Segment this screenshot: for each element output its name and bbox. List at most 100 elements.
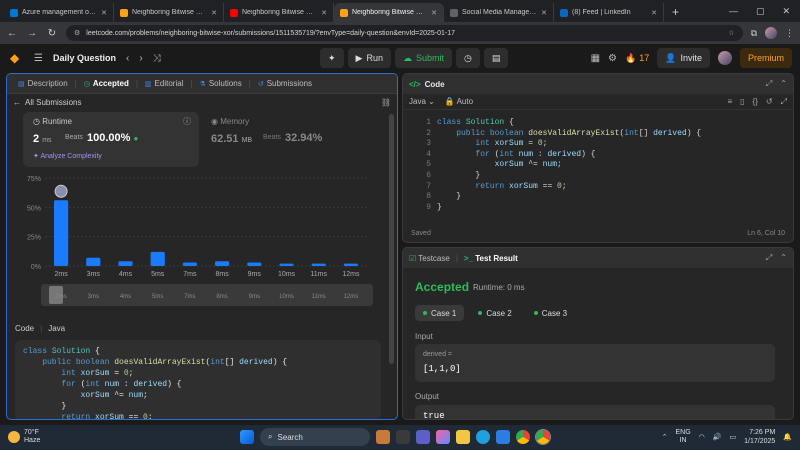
maximize-icon[interactable]: ▢	[756, 6, 765, 17]
next-problem-icon[interactable]: ›	[139, 53, 142, 64]
leetcode-logo-icon[interactable]: ◆	[10, 51, 24, 65]
tab-testcase[interactable]: ☑ Testcase	[409, 254, 450, 263]
site-info-icon[interactable]: ⚙	[74, 29, 80, 37]
expand-icon[interactable]: ⤢	[766, 253, 772, 263]
clock[interactable]: 7:26 PM 1/17/2025	[744, 428, 775, 446]
chrome-icon[interactable]	[516, 430, 530, 444]
teams-icon[interactable]	[416, 430, 430, 444]
browser-tab[interactable]: Neighboring Bitwise XOR ✕	[224, 3, 334, 22]
new-tab-button[interactable]: +	[664, 5, 687, 22]
tab-editorial[interactable]: ▥ Editorial	[140, 79, 189, 88]
pass-dot-icon	[478, 311, 483, 315]
chevron-up-icon[interactable]: ⌃	[662, 433, 668, 441]
tab-test-result[interactable]: >_ Test Result	[464, 254, 518, 263]
code-editor[interactable]: 1 class Solution {2 public boolean doesVa…	[403, 114, 793, 224]
profile-avatar[interactable]	[765, 27, 777, 39]
collapse-icon[interactable]: ⌃	[780, 79, 787, 89]
expand-icon[interactable]: ⤢	[766, 79, 772, 89]
timer-button[interactable]: ◷	[456, 48, 480, 68]
browser-tab[interactable]: Neighboring Bitwise XOR ✕	[114, 3, 224, 22]
cursor-position: Ln 6, Col 10	[747, 230, 785, 237]
copilot-icon[interactable]	[436, 430, 450, 444]
browser-tab[interactable]: Social Media Manager|Cor ✕	[444, 3, 554, 22]
case-tab[interactable]: Case 1	[415, 305, 465, 321]
close-icon[interactable]: ✕	[651, 9, 657, 17]
format-icon[interactable]: ≡	[727, 97, 732, 107]
arrow-left-icon[interactable]: ←	[13, 98, 21, 107]
shuffle-icon[interactable]: ⤨	[153, 53, 161, 64]
premium-button[interactable]: Premium	[739, 48, 792, 68]
bookmark-star-icon[interactable]: ☆	[728, 29, 734, 37]
bookmark-icon[interactable]: ▯	[740, 97, 744, 107]
all-submissions-link[interactable]: All Submissions	[25, 98, 81, 107]
close-icon[interactable]: ✕	[101, 9, 107, 17]
battery-icon[interactable]: ▭	[730, 433, 737, 441]
settings-gear-icon[interactable]: ⚙	[608, 53, 617, 64]
left-scrollbar[interactable]	[389, 114, 394, 364]
prev-problem-icon[interactable]: ‹	[126, 53, 129, 64]
tab-solutions[interactable]: ⚗ Solutions	[195, 79, 247, 88]
notes-button[interactable]: ▤	[483, 48, 509, 68]
browser-tab[interactable]: (8) Feed | LinkedIn ✕	[554, 3, 664, 22]
close-icon[interactable]: ✕	[321, 9, 327, 17]
close-icon[interactable]: ✕	[211, 9, 217, 17]
collapse-icon[interactable]: ⌃	[780, 253, 787, 263]
submit-button[interactable]: ☁ Submit	[394, 48, 452, 68]
tab-submissions[interactable]: ↺ Submissions	[253, 79, 317, 88]
case-tab[interactable]: Case 3	[526, 305, 575, 321]
tab-icon: ◷	[83, 80, 90, 88]
wifi-icon[interactable]: ◠	[699, 433, 705, 441]
taskbar-search[interactable]: ⌕ Search	[260, 428, 370, 446]
tab-title: Social Media Manager|Cor	[462, 9, 538, 16]
debug-button[interactable]: ✦	[320, 48, 344, 68]
info-icon[interactable]: ⓘ	[183, 116, 191, 127]
runtime-card[interactable]: ◷ Runtime ⓘ 2 ms Beats 100.00% ● ✦ Analy…	[23, 112, 199, 167]
code-header: Code | Java	[15, 324, 65, 333]
minimize-icon[interactable]: —	[729, 6, 738, 17]
analyze-complexity-link[interactable]: ✦ Analyze Complexity	[33, 152, 102, 160]
reset-icon[interactable]: ↺	[766, 97, 773, 107]
tab-description[interactable]: ▤ Description	[13, 79, 73, 88]
tab-title: Neighboring Bitwise XOR	[242, 9, 318, 16]
reload-icon[interactable]: ↻	[46, 28, 58, 39]
weather-widget[interactable]: 70°F Haze	[8, 429, 40, 445]
browser-tab[interactable]: Neighboring Bitwise XOR ✕	[334, 3, 444, 22]
memory-card[interactable]: ◉ Memory 62.51 MB Beats 32.94%	[207, 112, 383, 167]
extensions-icon[interactable]: ⧉	[751, 28, 757, 39]
close-icon[interactable]: ✕	[541, 9, 547, 17]
auto-mode-toggle[interactable]: 🔒 Auto	[445, 97, 473, 106]
tab-accepted[interactable]: ◷ Accepted	[79, 79, 134, 88]
notification-bell-icon[interactable]: 🔔	[783, 433, 792, 441]
edge-icon[interactable]	[476, 430, 490, 444]
url-text: leetcode.com/problems/neighboring-bitwis…	[86, 29, 456, 37]
windows-start-icon[interactable]	[240, 430, 254, 444]
invite-button[interactable]: 👤 Invite	[657, 48, 710, 68]
menu-icon[interactable]: ⋮	[785, 28, 794, 39]
braces-icon[interactable]: {}	[753, 97, 758, 107]
close-window-icon[interactable]: ✕	[782, 6, 790, 17]
store-icon[interactable]	[496, 430, 510, 444]
language-select[interactable]: Java ⌄	[409, 97, 435, 106]
chrome-active-icon[interactable]	[535, 429, 551, 445]
layout-icon[interactable]: ▦	[591, 53, 600, 64]
language-indicator[interactable]: ENG IN	[676, 429, 691, 445]
close-icon[interactable]: ✕	[431, 9, 437, 17]
case-tab[interactable]: Case 2	[470, 305, 519, 321]
share-link-icon[interactable]: ⛓	[381, 98, 391, 107]
run-button[interactable]: ▶ Run	[347, 48, 391, 68]
output-box: true	[415, 405, 775, 419]
streak-counter[interactable]: 🔥 17	[625, 53, 649, 64]
submission-panel: ▤ Description | ◷ Accepted | ▥ Editorial | ⚗ Solut…	[6, 73, 398, 420]
problem-list-icon[interactable]: ☰	[34, 53, 43, 64]
user-avatar[interactable]	[717, 51, 732, 65]
folder-icon[interactable]	[456, 430, 470, 444]
page-title[interactable]: Daily Question	[53, 53, 116, 63]
url-input[interactable]: ⚙ leetcode.com/problems/neighboring-bitw…	[66, 25, 743, 41]
people-icon[interactable]	[376, 430, 390, 444]
volume-icon[interactable]: 🔊	[713, 433, 722, 441]
forward-icon[interactable]: →	[26, 28, 38, 39]
browser-tab[interactable]: Azure management options ✕	[4, 3, 114, 22]
fullscreen-icon[interactable]: ⤢	[781, 97, 787, 107]
back-icon[interactable]: ←	[6, 28, 18, 39]
file-explorer-icon[interactable]	[396, 430, 410, 444]
